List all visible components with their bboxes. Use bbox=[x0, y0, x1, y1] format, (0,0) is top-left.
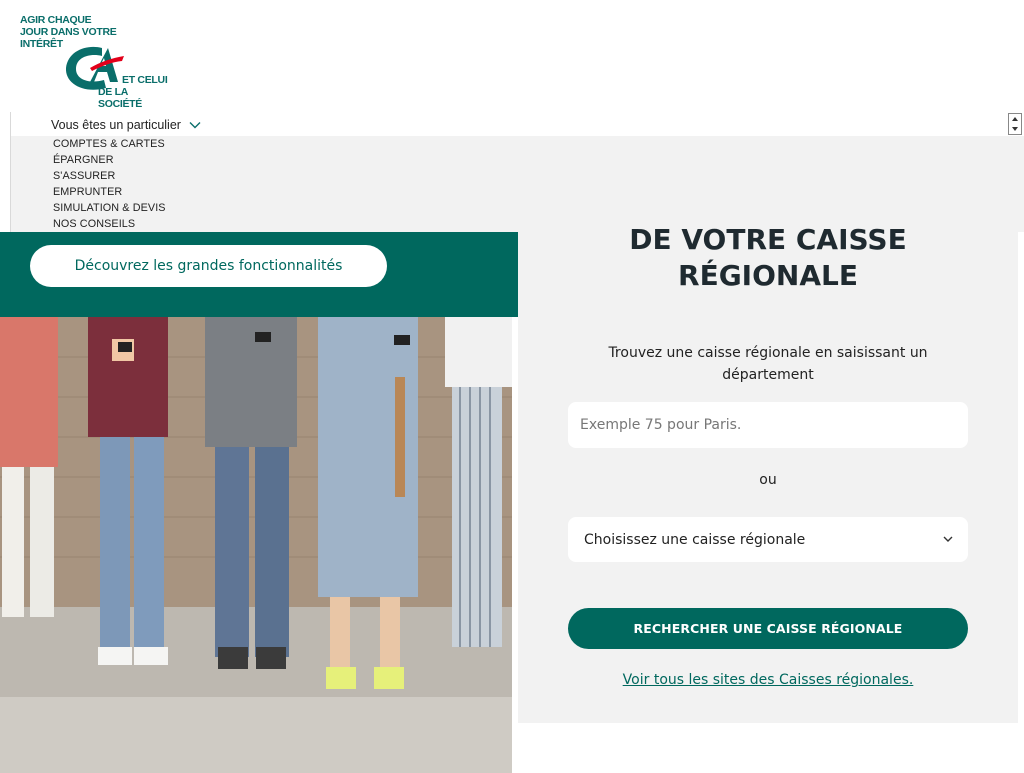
logo-tagline-line: DE LA SOCIÉTÉ bbox=[98, 86, 142, 110]
menu-item-s-assurer[interactable]: S'ASSURER bbox=[53, 170, 166, 186]
people-with-phones-photo bbox=[0, 317, 512, 773]
nav-divider bbox=[10, 112, 11, 232]
or-separator: ou bbox=[759, 472, 777, 488]
arrow-up-icon bbox=[1012, 117, 1018, 121]
main-menu: COMPTES & CARTES ÉPARGNER S'ASSURER EMPR… bbox=[53, 138, 166, 234]
regional-bank-select[interactable]: Choisissez une caisse régionale bbox=[568, 517, 968, 562]
logo-tagline-line: ET CELUI bbox=[122, 74, 168, 86]
arrow-down-icon bbox=[1012, 127, 1018, 131]
menu-item-comptes-cartes[interactable]: COMPTES & CARTES bbox=[53, 138, 166, 154]
finder-title: DE VOTRE CAISSE RÉGIONALE bbox=[518, 222, 1018, 294]
department-search-input[interactable] bbox=[568, 402, 968, 448]
chevron-down-icon bbox=[189, 122, 201, 129]
segment-label: Vous êtes un particulier bbox=[51, 118, 181, 132]
discover-features-button[interactable]: Découvrez les grandes fonctionnalités bbox=[30, 245, 387, 287]
finder-description: Trouvez une caisse régionale en saisissa… bbox=[608, 345, 928, 383]
logo-tagline-line: INTÉRÊT bbox=[20, 38, 63, 50]
customer-segment-selector[interactable]: Vous êtes un particulier bbox=[51, 118, 201, 132]
logo-tagline-line: AGIR CHAQUE bbox=[20, 14, 92, 26]
scroll-spinner[interactable] bbox=[1008, 113, 1022, 135]
menu-item-emprunter[interactable]: EMPRUNTER bbox=[53, 186, 166, 202]
logo-tagline-line: JOUR DANS VOTRE bbox=[20, 26, 117, 38]
menu-item-simulation-devis[interactable]: SIMULATION & DEVIS bbox=[53, 202, 166, 218]
finder-title-line: RÉGIONALE bbox=[678, 259, 858, 292]
select-value: Choisissez une caisse régionale bbox=[584, 531, 806, 548]
photo-illustration bbox=[0, 317, 512, 773]
brand-logo[interactable]: AGIR CHAQUE JOUR DANS VOTRE INTÉRÊT ET C… bbox=[18, 14, 168, 110]
menu-item-epargner[interactable]: ÉPARGNER bbox=[53, 154, 166, 170]
search-regional-bank-button[interactable]: RECHERCHER UNE CAISSE RÉGIONALE bbox=[568, 608, 968, 649]
all-regional-sites-link[interactable]: Voir tous les sites des Caisses régional… bbox=[568, 672, 968, 688]
finder-title-line: DE VOTRE CAISSE bbox=[629, 223, 907, 256]
chevron-down-icon bbox=[943, 536, 953, 542]
